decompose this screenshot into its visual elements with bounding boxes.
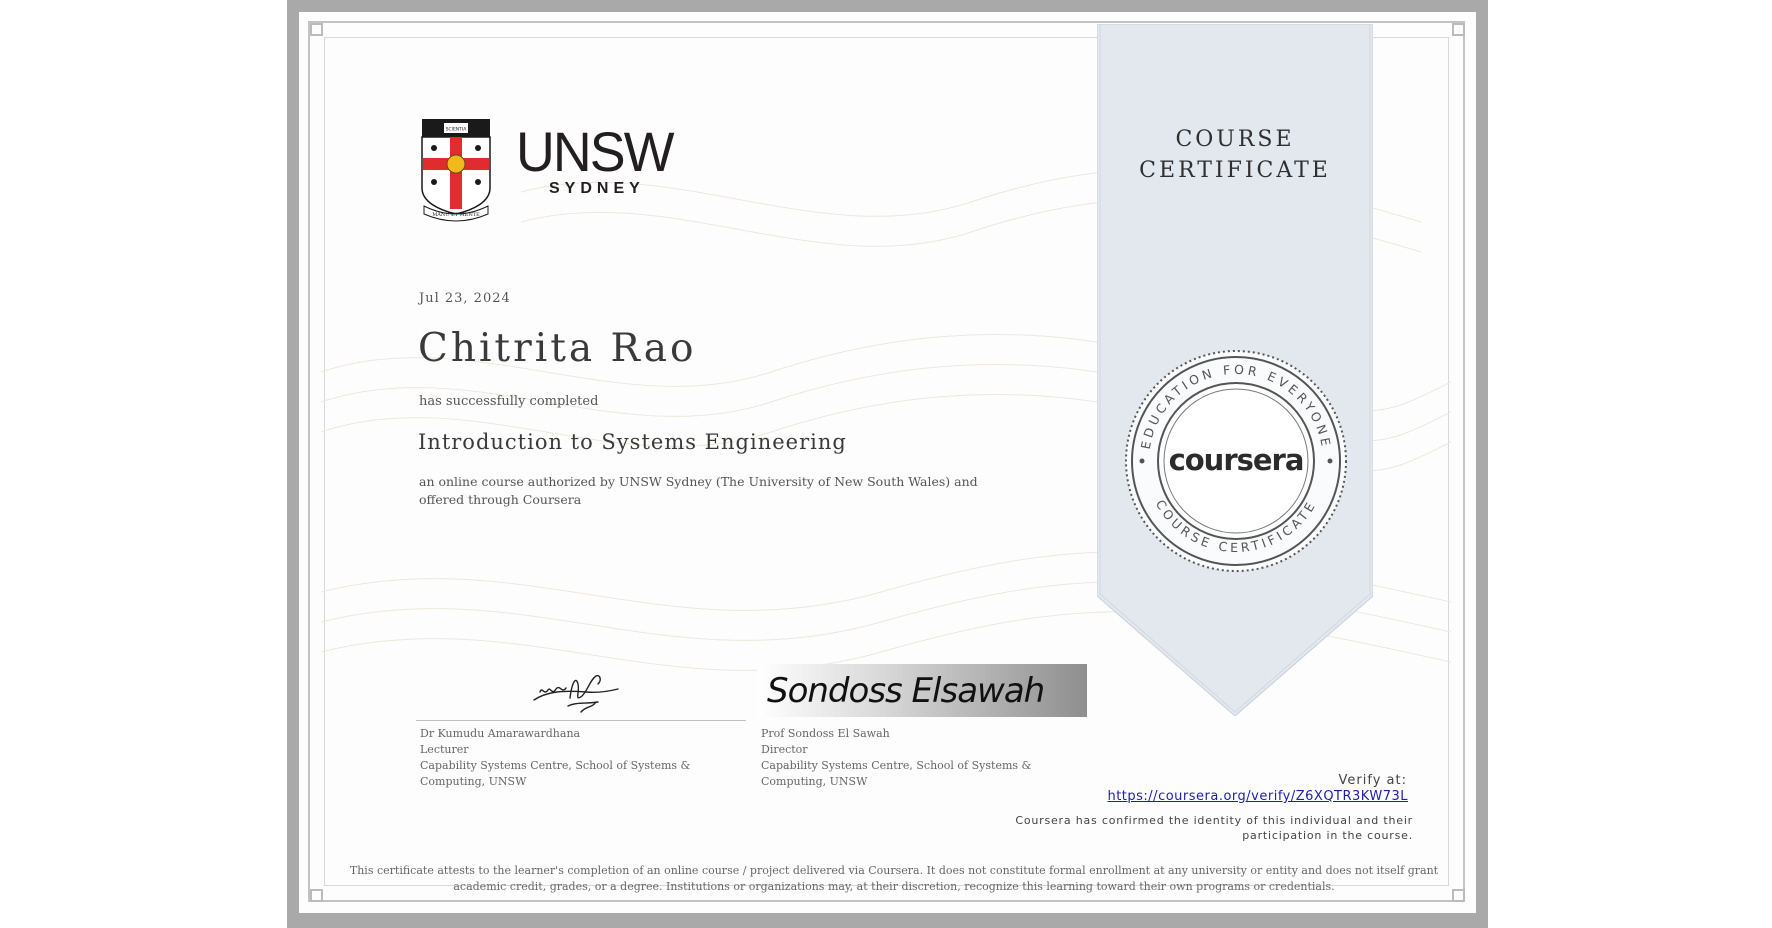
coursera-logo-text: coursera <box>1169 443 1304 477</box>
course-description: an online course authorized by UNSW Sydn… <box>419 474 978 507</box>
signatory-name: Dr Kumudu Amarawardhana <box>420 727 581 740</box>
corner-ornament <box>310 889 323 902</box>
badge-title-line: CERTIFICATE <box>1139 158 1331 183</box>
signatory-name: Prof Sondoss El Sawah <box>761 727 890 740</box>
signatory-affiliation: Capability Systems Centre, School of Sys… <box>761 759 1032 788</box>
completion-statement: has successfully completed <box>419 394 599 409</box>
identity-verified-note: Coursera has confirmed the identity of t… <box>1015 814 1413 842</box>
corner-ornament <box>1452 23 1465 36</box>
signatory-details: Prof Sondoss El Sawah Director Capabilit… <box>761 726 1081 790</box>
course-title: Introduction to Systems Engineering <box>418 430 847 454</box>
unsw-crest-icon: SCIENTIA MANU ET MENTE <box>421 119 491 222</box>
unsw-logo: SCIENTIA MANU ET MENTE UNSW SYDNEY <box>421 118 681 222</box>
badge-title: COURSE CERTIFICATE <box>1097 124 1373 186</box>
coursera-seal: EDUCATION FOR EVERYONE COURSE CERTIFICAT… <box>1125 350 1347 572</box>
svg-text:SCIENTIA: SCIENTIA <box>446 127 468 133</box>
unsw-sydney-wordmark: SYDNEY <box>549 180 645 197</box>
signatory-details: Dr Kumudu Amarawardhana Lecturer Capabil… <box>420 726 740 790</box>
certificate-paper: COURSE CERTIFICATE EDUCATION FOR EVERYON… <box>299 12 1476 913</box>
issue-date: Jul 23, 2024 <box>419 291 511 306</box>
signature-image: Sondoss Elsawah <box>757 664 1087 717</box>
corner-ornament <box>1452 889 1465 902</box>
badge-title-line: COURSE <box>1175 127 1295 152</box>
recipient-name: Chitrita Rao <box>418 326 697 371</box>
unsw-wordmark: UNSW <box>516 120 674 183</box>
certificate-disclaimer: This certificate attests to the learner'… <box>349 864 1439 893</box>
signatory-affiliation: Capability Systems Centre, School of Sys… <box>420 759 691 788</box>
signatory-role: Lecturer <box>420 743 469 756</box>
signatory-role: Director <box>761 743 808 756</box>
svg-text:MANU ET MENTE: MANU ET MENTE <box>432 212 480 218</box>
signature-line <box>416 720 746 721</box>
signature-text: Sondoss Elsawah <box>767 671 1044 711</box>
signature-image <box>533 674 619 713</box>
certificate-sheet: COURSE CERTIFICATE EDUCATION FOR EVERYON… <box>287 0 1488 928</box>
verify-link[interactable]: https://coursera.org/verify/Z6XQTR3KW73L <box>1107 789 1408 804</box>
signature-line <box>757 720 1087 721</box>
verify-label: Verify at: <box>1338 773 1407 788</box>
corner-ornament <box>310 23 323 36</box>
